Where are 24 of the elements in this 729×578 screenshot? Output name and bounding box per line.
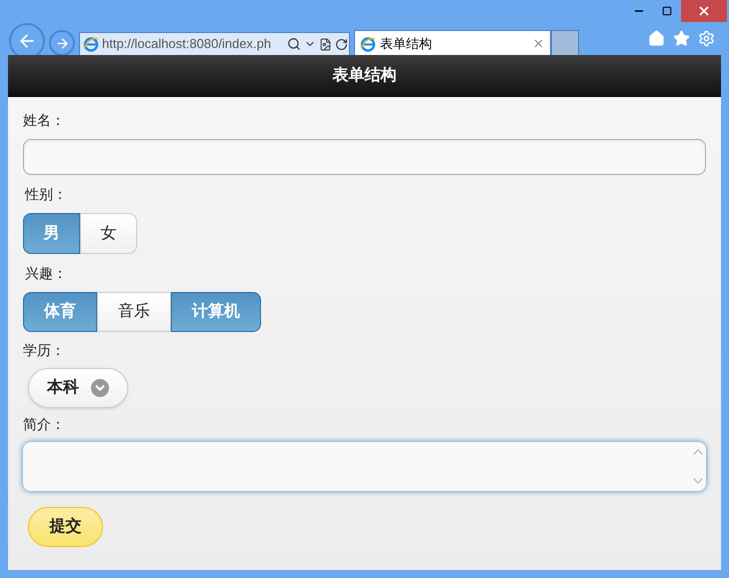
forward-arrow-icon: [54, 36, 70, 50]
close-tab-icon[interactable]: [532, 37, 545, 50]
settings-icon[interactable]: [698, 30, 715, 47]
close-icon: [697, 4, 711, 18]
tab-title: 表单结构: [380, 34, 433, 53]
home-icon[interactable]: [648, 30, 665, 47]
browser-logo-icon: [360, 36, 376, 52]
field-label: 简介：: [23, 415, 66, 434]
browser-tab[interactable]: 表单结构: [354, 30, 551, 56]
interest-option[interactable]: 音乐: [97, 292, 171, 332]
education-select[interactable]: 本科: [28, 368, 128, 408]
page-header: 表单结构: [8, 55, 721, 97]
name-input-field[interactable]: [23, 139, 706, 175]
close-button[interactable]: [681, 0, 727, 22]
submit-button[interactable]: 提交: [28, 507, 103, 547]
favorites-icon[interactable]: [673, 30, 690, 47]
field-label: 学历：: [23, 341, 66, 360]
new-tab-button[interactable]: [551, 30, 579, 56]
gender-option[interactable]: 女: [80, 213, 137, 254]
dropdown-icon: [91, 379, 109, 397]
maximize-icon: [662, 6, 672, 16]
field-label: 兴趣：: [25, 264, 68, 283]
field-label: 姓名：: [23, 111, 66, 130]
field-label: 性别：: [25, 185, 68, 204]
